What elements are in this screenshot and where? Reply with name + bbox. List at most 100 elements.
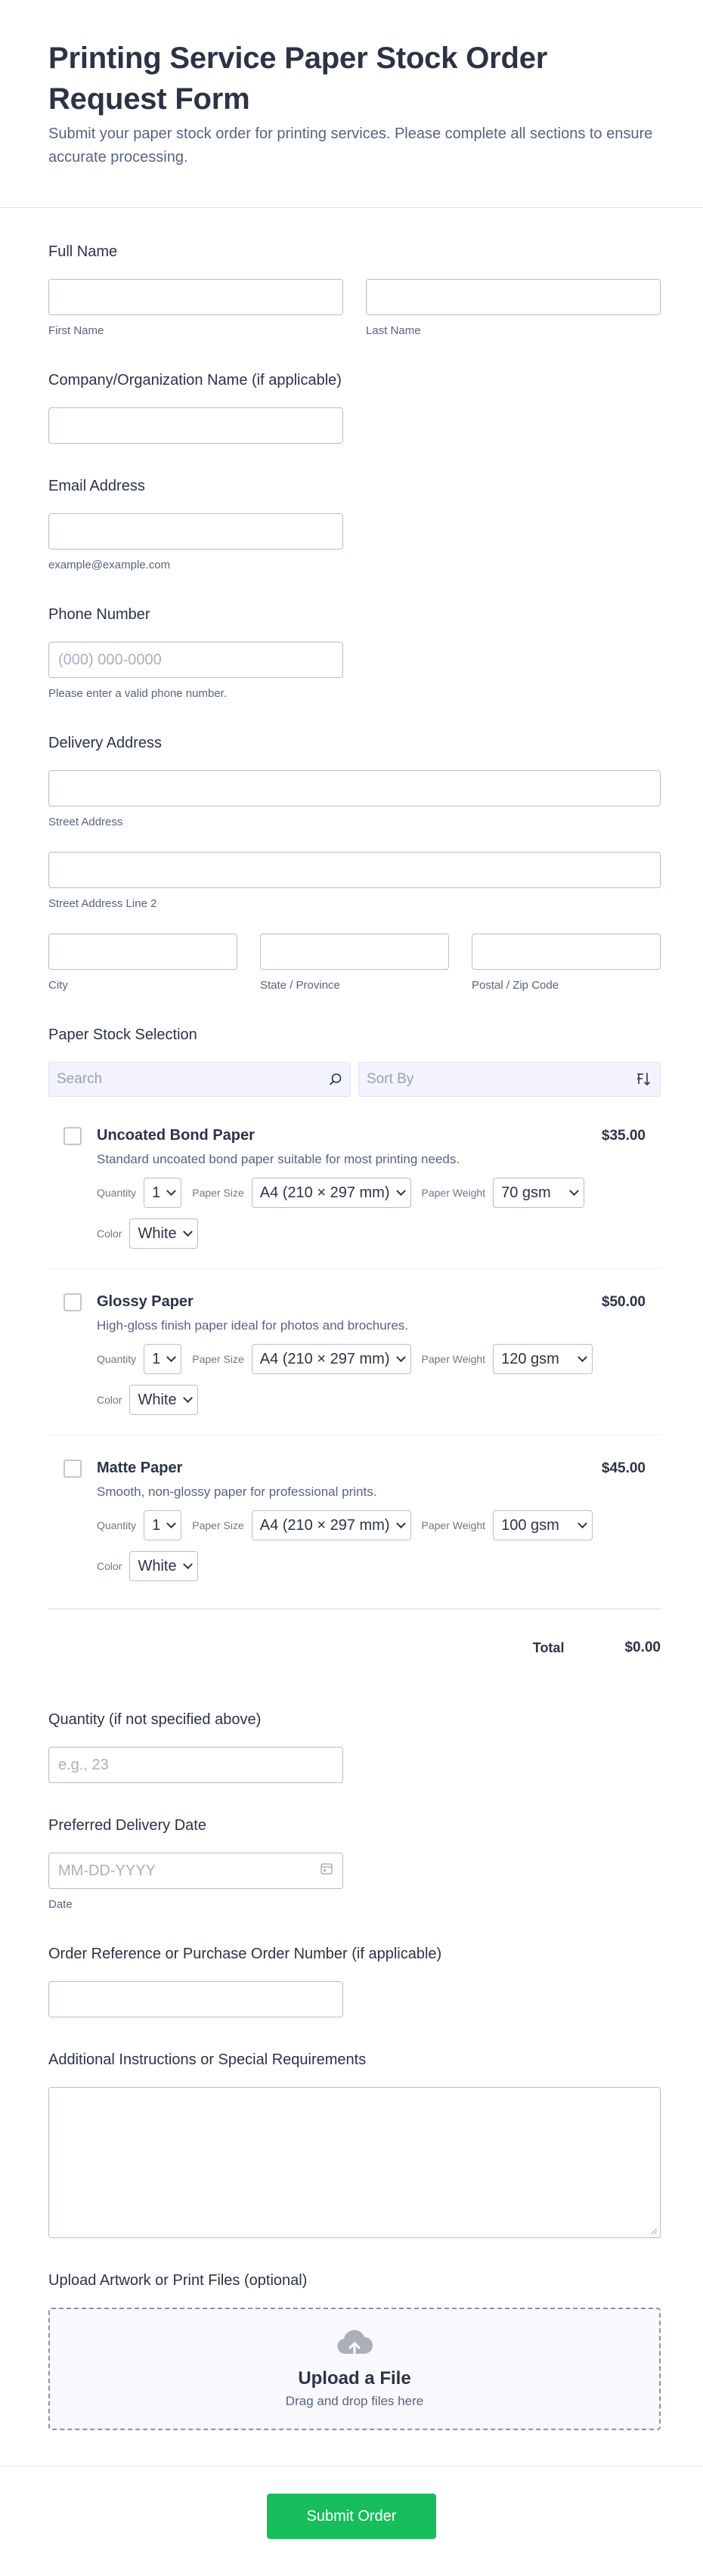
address-field: Delivery Address Street Address Street A…: [48, 734, 661, 992]
color-option-label: Color: [97, 1560, 122, 1572]
chevron-down-icon: [166, 1351, 177, 1362]
company-input[interactable]: [48, 407, 343, 444]
product-price: $45.00: [601, 1460, 646, 1476]
paper-size-value: A4 (210 × 297 mm): [259, 1350, 390, 1367]
full-name-field: Full Name First Name Last Name: [48, 243, 661, 338]
product-options: Quantity 1 Paper Size A4 (210 × 297 mm) Pape…: [97, 1178, 646, 1249]
product-list: Uncoated Bond Paper $35.00 Standard uncoat…: [48, 1103, 661, 1601]
street-address-sublabel: Street Address: [48, 816, 123, 828]
upload-subtitle: Drag and drop files here: [285, 2393, 424, 2408]
color-select[interactable]: White: [129, 1385, 198, 1415]
product-description: High-gloss finish paper ideal for photos…: [97, 1318, 409, 1333]
resize-handle-icon[interactable]: [649, 2227, 657, 2234]
phone-label: Phone Number: [48, 606, 150, 623]
order-ref-field: Order Reference or Purchase Order Number…: [48, 1945, 661, 2017]
phone-sublabel: Please enter a valid phone number.: [48, 687, 227, 700]
zip-sublabel: Postal / Zip Code: [472, 979, 559, 992]
email-input[interactable]: [48, 513, 343, 550]
upload-title: Upload a File: [298, 2367, 411, 2389]
full-name-label: Full Name: [48, 243, 118, 260]
order-ref-label: Order Reference or Purchase Order Number…: [48, 1946, 442, 1962]
quantity-select[interactable]: 1: [144, 1178, 182, 1208]
chevron-down-icon: [182, 1559, 193, 1569]
file-upload-dropzone[interactable]: Upload a File Drag and drop files here: [48, 2308, 661, 2430]
form-title: Printing Service Paper Stock Order Reque…: [48, 42, 548, 116]
product-body: Glossy Paper $50.00 High-gloss finish pape…: [97, 1293, 646, 1415]
paper-size-value: A4 (210 × 297 mm): [259, 1516, 390, 1534]
product-checkbox[interactable]: [63, 1127, 82, 1145]
paper-weight-select[interactable]: 100 gsm: [493, 1510, 593, 1540]
product-price: $35.00: [601, 1128, 646, 1144]
paper-weight-option-label: Paper Weight: [421, 1519, 486, 1531]
product-body: Uncoated Bond Paper $35.00 Standard uncoat…: [97, 1127, 646, 1249]
quantity-select[interactable]: 1: [144, 1510, 182, 1540]
delivery-date-field: Preferred Delivery Date MM-DD-YYYY Date: [48, 1816, 661, 1912]
chevron-down-icon: [166, 1518, 177, 1528]
instructions-field: Additional Instructions or Special Requi…: [48, 2051, 661, 2238]
paper-size-select[interactable]: A4 (210 × 297 mm): [251, 1344, 411, 1374]
paper-weight-select[interactable]: 70 gsm: [493, 1178, 584, 1208]
quantity-select[interactable]: 1: [144, 1344, 182, 1374]
total-row: Total $0.00: [48, 1609, 661, 1656]
email-sublabel: example@example.com: [48, 559, 171, 571]
paper-weight-option-label: Paper Weight: [421, 1187, 486, 1199]
color-select[interactable]: White: [129, 1218, 198, 1249]
product-checkbox[interactable]: [63, 1293, 82, 1311]
total-value: $0.00: [624, 1639, 661, 1655]
city-input[interactable]: [48, 933, 237, 970]
first-name-input[interactable]: [48, 279, 343, 315]
quantity-input[interactable]: e.g., 23: [48, 1747, 343, 1783]
product-body: Matte Paper $45.00 Smooth, non-glossy pape…: [97, 1460, 646, 1581]
email-field: Email Address example@example.com: [48, 477, 661, 572]
paper-weight-option-label: Paper Weight: [421, 1353, 486, 1365]
street-address-line2-input[interactable]: [48, 852, 661, 888]
chevron-down-icon: [395, 1185, 406, 1196]
color-option-label: Color: [97, 1394, 122, 1406]
sort-icon: [636, 1072, 652, 1087]
product-checkbox[interactable]: [63, 1460, 82, 1478]
paper-size-select[interactable]: A4 (210 × 297 mm): [251, 1510, 411, 1540]
chevron-down-icon: [182, 1226, 193, 1237]
upload-field: Upload Artwork or Print Files (optional)…: [48, 2271, 661, 2430]
paper-weight-select[interactable]: 120 gsm: [493, 1344, 593, 1374]
calendar-icon[interactable]: [320, 1862, 333, 1880]
zip-input[interactable]: [472, 933, 661, 970]
delivery-date-input[interactable]: MM-DD-YYYY: [48, 1853, 343, 1889]
paper-weight-value: 100 gsm: [501, 1516, 559, 1534]
street-address-input[interactable]: [48, 770, 661, 807]
product-sort-select[interactable]: Sort By: [358, 1062, 661, 1097]
product-sort-placeholder: Sort By: [367, 1071, 414, 1087]
quantity-value: 1: [152, 1516, 161, 1534]
paper-stock-label: Paper Stock Selection: [48, 1026, 197, 1043]
chevron-down-icon: [395, 1518, 406, 1528]
phone-input[interactable]: (000) 000-0000: [48, 642, 343, 678]
address-label: Delivery Address: [48, 735, 163, 751]
phone-field: Phone Number (000) 000-0000 Please enter…: [48, 605, 661, 701]
submit-button[interactable]: Submit Order: [267, 2494, 436, 2539]
upload-label: Upload Artwork or Print Files (optional): [48, 2272, 308, 2289]
product-search-input[interactable]: Search: [48, 1062, 351, 1097]
product-item: Uncoated Bond Paper $35.00 Standard uncoat…: [48, 1103, 661, 1269]
chevron-down-icon: [577, 1351, 587, 1362]
quantity-option-label: Quantity: [97, 1519, 137, 1531]
chevron-down-icon: [577, 1518, 587, 1528]
form-header: Printing Service Paper Stock Order Reque…: [0, 0, 703, 208]
product-name: Matte Paper: [97, 1460, 183, 1476]
color-select[interactable]: White: [129, 1551, 198, 1581]
product-item: Glossy Paper $50.00 High-gloss finish pape…: [48, 1269, 661, 1435]
product-search-placeholder: Search: [57, 1071, 103, 1087]
last-name-input[interactable]: [366, 279, 661, 315]
product-options: Quantity 1 Paper Size A4 (210 × 297 mm) Pape…: [97, 1510, 646, 1581]
product-description: Smooth, non-glossy paper for professiona…: [97, 1485, 377, 1499]
instructions-textarea[interactable]: [48, 2087, 661, 2238]
product-name: Glossy Paper: [97, 1293, 194, 1310]
paper-size-select[interactable]: A4 (210 × 297 mm): [251, 1178, 411, 1208]
order-ref-input[interactable]: [48, 1981, 343, 2017]
color-option-label: Color: [97, 1228, 122, 1240]
color-value: White: [138, 1391, 177, 1408]
color-value: White: [138, 1557, 177, 1574]
last-name-sublabel: Last Name: [366, 324, 421, 337]
state-input[interactable]: [260, 933, 449, 970]
product-item: Matte Paper $45.00 Smooth, non-glossy pape…: [48, 1435, 661, 1601]
instructions-label: Additional Instructions or Special Requi…: [48, 2051, 367, 2068]
